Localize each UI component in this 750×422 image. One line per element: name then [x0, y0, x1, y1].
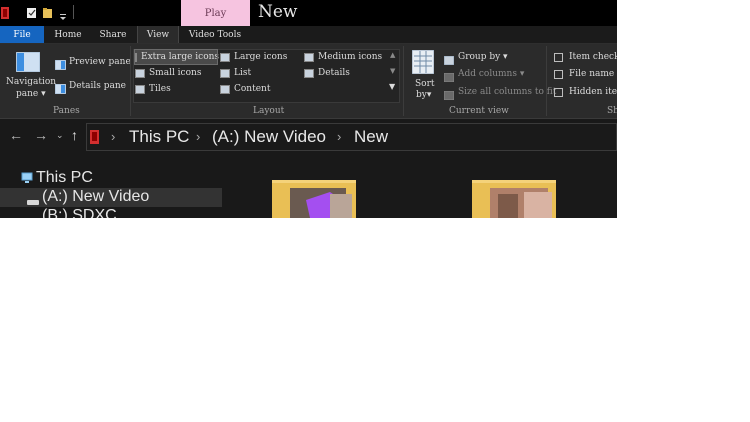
customize-toolbar-icon[interactable] [59, 8, 69, 20]
tree-item-sdxc[interactable]: (B:) SDXC [0, 207, 222, 218]
content-icon [220, 84, 230, 94]
item-check-boxes-checkbox[interactable] [554, 53, 563, 62]
properties-icon[interactable] [27, 6, 37, 18]
breadcrumb-new-video[interactable]: (A:) New Video [212, 127, 326, 147]
group-divider [403, 46, 404, 116]
navigation-pane-label[interactable]: Navigation [6, 77, 56, 87]
sort-by-icon[interactable] [411, 49, 435, 79]
layout-expand-icon[interactable]: ▼ [389, 82, 395, 91]
preview-pane-icon[interactable] [54, 57, 67, 75]
details-pane-button[interactable]: Details pane [69, 81, 126, 91]
layout-scroll-down-icon[interactable]: ▼ [390, 67, 395, 75]
file-explorer-window: Play New File Home Share View Video Tool… [0, 0, 617, 218]
this-pc-icon [21, 171, 33, 189]
folder-thumbnail-icon[interactable] [270, 180, 358, 218]
drive-icon [90, 130, 100, 149]
play-context-tab[interactable]: Play [181, 0, 250, 26]
ribbon-tabs: File Home Share View Video Tools [0, 26, 617, 44]
new-folder-icon[interactable] [43, 6, 53, 18]
app-icon [1, 6, 11, 19]
navigation-pane-label-2[interactable]: pane ▾ [16, 89, 46, 99]
size-columns-icon[interactable] [443, 87, 455, 105]
medium-icons-icon [304, 52, 314, 62]
back-arrow-icon[interactable]: ← [9, 127, 23, 143]
recent-locations-chevron-icon[interactable]: ⌄ [56, 130, 64, 141]
group-divider [130, 46, 131, 116]
layout-tiles[interactable]: Tiles [135, 82, 217, 96]
breadcrumb-new[interactable]: New [354, 127, 388, 147]
sort-by-label[interactable]: Sort [415, 79, 435, 89]
tab-share[interactable]: Share [93, 26, 133, 43]
tab-home[interactable]: Home [48, 26, 88, 43]
address-bar[interactable]: › This PC › (A:) New Video › New [86, 123, 617, 151]
layout-extra-large-icons[interactable]: Extra large icons [134, 49, 219, 65]
tree-item-new-video[interactable]: (A:) New Video [0, 188, 222, 207]
group-divider [546, 46, 547, 116]
tab-video-tools[interactable]: Video Tools [183, 26, 247, 43]
size-columns-button[interactable]: Size all columns to fit [458, 87, 556, 97]
group-by-icon[interactable] [443, 52, 455, 70]
group-by-button[interactable]: Group by ▾ [458, 52, 508, 62]
file-name-extensions-label[interactable]: File name ex [569, 69, 617, 79]
extra-large-icons-icon [135, 52, 137, 62]
drive-icon [27, 213, 39, 218]
panes-group-label: Panes [53, 106, 80, 116]
details-pane-icon[interactable] [54, 81, 67, 99]
tab-file[interactable]: File [0, 26, 44, 43]
breadcrumb-separator[interactable]: › [196, 129, 200, 144]
breadcrumb-this-pc[interactable]: This PC [129, 127, 189, 147]
tree-item-this-pc[interactable]: This PC [0, 169, 222, 188]
hidden-items-checkbox[interactable] [554, 88, 563, 97]
add-columns-button[interactable]: Add columns ▾ [458, 69, 524, 79]
layout-large-icons[interactable]: Large icons [220, 50, 300, 64]
layout-details[interactable]: Details [304, 66, 386, 80]
tab-view[interactable]: View [137, 26, 179, 43]
title-bar: Play New [0, 0, 617, 26]
layout-medium-icons[interactable]: Medium icons [304, 50, 386, 64]
window-title: New [258, 2, 298, 22]
layout-small-icons[interactable]: Small icons [135, 66, 217, 80]
show-hide-group-label: Sh [607, 106, 617, 116]
file-list [222, 154, 617, 218]
toolbar-divider [73, 5, 74, 19]
navigation-pane-icon[interactable] [15, 51, 41, 77]
address-row: ← → ⌄ ↑ › This PC › (A:) New Video › New [0, 119, 617, 154]
item-check-boxes-label[interactable]: Item check b [569, 52, 617, 62]
add-columns-icon[interactable] [443, 69, 455, 87]
details-icon [304, 68, 314, 78]
breadcrumb-separator[interactable]: › [337, 129, 341, 144]
small-icons-icon [135, 68, 145, 78]
up-arrow-icon[interactable]: ↑ [71, 127, 78, 143]
layout-group-label: Layout [253, 106, 285, 116]
breadcrumb-separator[interactable]: › [111, 129, 115, 144]
tiles-icon [135, 84, 145, 94]
sort-by-label-2[interactable]: by▾ [416, 90, 431, 100]
layout-list[interactable]: List [220, 66, 300, 80]
current-view-group-label: Current view [449, 106, 509, 116]
large-icons-icon [220, 52, 230, 62]
preview-pane-button[interactable]: Preview pane [69, 57, 131, 67]
ribbon-view: Navigation pane ▾ Preview pane Details p… [0, 44, 617, 119]
hidden-items-label[interactable]: Hidden item [569, 87, 617, 97]
forward-arrow-icon[interactable]: → [34, 127, 48, 143]
folder-thumbnail-icon[interactable] [470, 180, 558, 218]
layout-content[interactable]: Content [220, 82, 300, 96]
list-icon [220, 68, 230, 78]
layout-scroll-up-icon[interactable]: ▲ [390, 51, 395, 59]
file-name-extensions-checkbox[interactable] [554, 70, 563, 79]
navigation-pane: This PC (A:) New Video (B:) SDXC [0, 154, 222, 218]
